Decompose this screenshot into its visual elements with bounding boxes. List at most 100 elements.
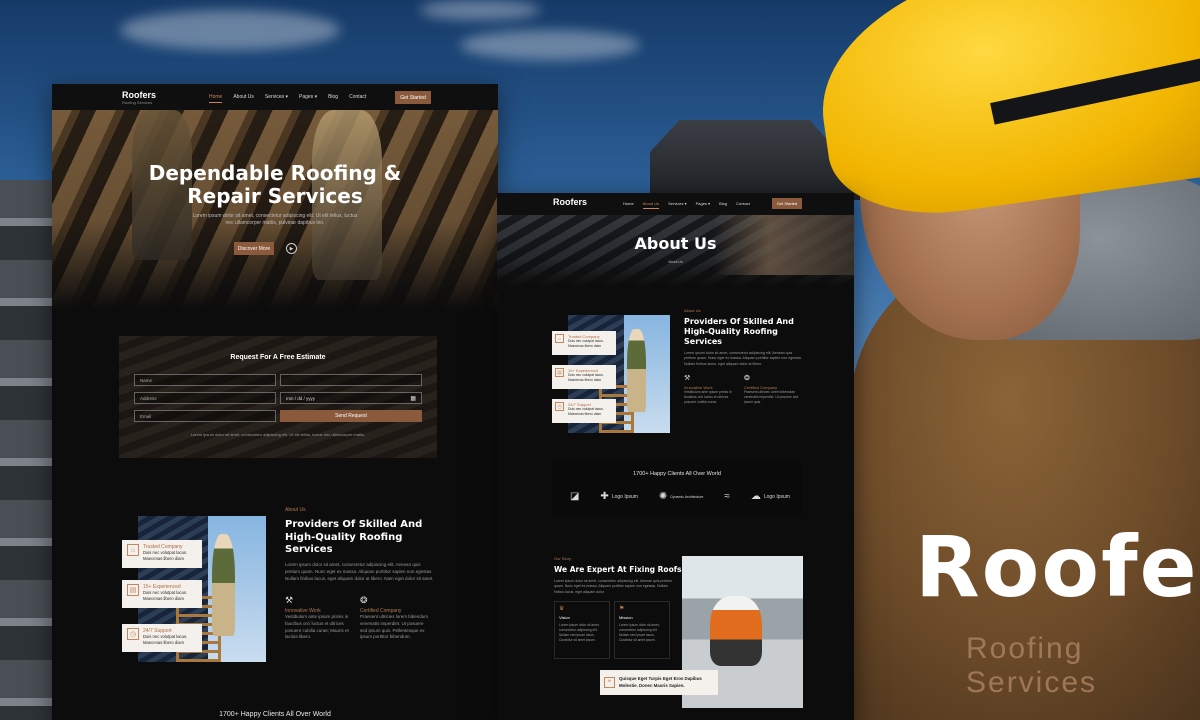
nav-item-about[interactable]: About Us — [642, 201, 660, 209]
clock-icon: ◷ — [127, 628, 139, 640]
mission-card: ⚑ Mission Lorem ipsum dolor sit amet, co… — [614, 601, 670, 659]
badge-experienced: ▤ 15+ Experienced Duis nec volutpat lacu… — [122, 580, 202, 608]
about-title-line3: Services — [285, 544, 333, 555]
expert-quote: ❝ Quisque Eget Turpis Eget Eros Dapibus … — [600, 670, 718, 695]
background-cloud — [120, 10, 340, 50]
about-breadcrumb[interactable]: About Us — [497, 260, 854, 265]
feature-text: Praesent ultricies lorem bibendum venena… — [360, 614, 429, 640]
nav-item-services[interactable]: Services ▾ — [668, 201, 686, 209]
get-started-button[interactable]: Get Started — [395, 91, 431, 104]
discover-more-button[interactable]: Discover More — [234, 242, 274, 255]
award-icon: ❂ — [744, 375, 750, 382]
about-title-line1: Providers Of Skilled And — [285, 519, 423, 530]
calendar-icon: ▤ — [127, 584, 139, 596]
mission-title: Mission — [619, 615, 633, 620]
feature-innovative: ⚒ Innovative Work Vestibulum ante ipsum … — [285, 596, 353, 641]
house-icon: ⌂ — [127, 544, 139, 556]
logo-gear-icon: ✺ — [658, 491, 668, 502]
home-about-section: ⌂ Trusted Company Duis nec volutpat lacu… — [122, 504, 472, 694]
about-title-line1: Providers Of Skilled And — [684, 317, 794, 326]
home-page-mockup: Roofers Roofing Services Home About Us S… — [52, 84, 498, 720]
about-nav-menu: Home About Us Services ▾ Pages ▾ Blog Co… — [623, 201, 750, 209]
flag-icon: ⚑ — [619, 606, 625, 612]
about-page-mockup: Roofers Home About Us Services ▾ Pages ▾… — [497, 193, 854, 720]
quote-icon: ❝ — [604, 677, 615, 688]
badge-text: Duis nec volutpat lacus. Maecenas libero… — [568, 407, 604, 416]
home-nav-menu: Home About Us Services ▾ Pages ▾ Blog Co… — [209, 94, 366, 103]
about-navbar: Roofers Home About Us Services ▾ Pages ▾… — [497, 193, 854, 215]
about-title: Providers Of Skilled And High-Quality Ro… — [684, 317, 809, 347]
feature-innovative: ⚒ Innovative Work Vestibulum ante ipsum … — [684, 375, 738, 405]
nav-item-pages[interactable]: Pages ▾ — [299, 94, 317, 103]
estimate-title: Request For A Free Estimate — [230, 354, 326, 361]
clock-icon: ◷ — [555, 402, 564, 411]
estimate-section: Request For A Free Estimate Name Address… — [119, 336, 437, 458]
address-input[interactable]: Address — [134, 392, 276, 404]
clients-section: 1700+ Happy Clients All Over World ◪ ✚ Lo… — [552, 461, 802, 517]
nav-item-about[interactable]: About Us — [233, 94, 254, 103]
date-placeholder: mm / dd / yyyy — [286, 395, 316, 401]
vision-title: Vision — [559, 615, 570, 620]
feature-certified: ❂ Certified Company Praesent ultricies l… — [360, 596, 432, 641]
hero-title: Dependable Roofing & Repair Services — [52, 162, 498, 208]
logo-square-icon: ◪ — [570, 491, 580, 502]
date-input[interactable]: mm / dd / yyyy ▦ — [280, 392, 422, 404]
badge-text: Duis nec volutpat lacus. Maecenas libero… — [568, 339, 604, 348]
brand-tagline: Roofing Services — [966, 632, 1098, 699]
nav-item-blog[interactable]: Blog — [328, 94, 338, 103]
about-eyebrow: About Us — [285, 507, 306, 513]
brand-title: Roofers — [915, 518, 1200, 616]
send-request-button[interactable]: Send Request — [280, 410, 422, 422]
client-logo-3: ✺ Dynamic Architecture — [659, 491, 703, 502]
address-placeholder: Address — [140, 395, 157, 401]
nav-item-contact[interactable]: Contact — [736, 201, 750, 209]
mission-text: Lorem ipsum dolor sit amet, consectetur … — [619, 623, 660, 642]
calendar-icon[interactable]: ▦ — [410, 395, 416, 402]
badge-trusted-company: ⌂ Trusted Company Duis nec volutpat lacu… — [552, 331, 616, 355]
email-input[interactable]: Email — [134, 410, 276, 422]
clients-title: 1700+ Happy Clients All Over World — [633, 471, 721, 477]
feature-certified: ❂ Certified Company Praesent ultricies l… — [744, 375, 802, 405]
client-logo-text: Logo Ipsum — [763, 493, 790, 500]
expert-title: We Are Expert At Fixing Roofs — [554, 565, 682, 574]
hero-title-line1: Dependable Roofing & — [148, 161, 402, 185]
nav-item-services[interactable]: Services ▾ — [265, 94, 288, 103]
badge-trusted-company: ⌂ Trusted Company Duis nec volutpat lacu… — [122, 540, 202, 568]
play-video-icon[interactable]: ▶ — [286, 243, 297, 254]
vision-card: ♛ Vision Lorem ipsum dolor sit amet, con… — [554, 601, 610, 659]
about-title-line2: High-Quality Roofing — [684, 327, 778, 336]
about-hero: About Us About Us — [497, 215, 854, 287]
nav-item-pages[interactable]: Pages ▾ — [696, 201, 710, 209]
home-navbar: Roofers Roofing Services Home About Us S… — [52, 84, 498, 110]
get-started-button[interactable]: Get Started — [772, 198, 802, 209]
estimate-footnote: Lorem ipsum dolor sit amet, consectetur … — [190, 432, 366, 437]
logo-cloud-icon: ☁ — [750, 491, 761, 502]
about-logo-text: Roofers — [553, 197, 588, 207]
background-scaffold — [0, 180, 60, 720]
nav-item-blog[interactable]: Blog — [719, 201, 727, 209]
home-logo[interactable]: Roofers Roofing Services — [122, 91, 156, 105]
nav-item-contact[interactable]: Contact — [349, 94, 366, 103]
home-clients-title: 1700+ Happy Clients All Over World — [219, 711, 331, 718]
home-logo-text: Roofers — [122, 90, 157, 100]
award-icon: ❂ — [360, 595, 368, 605]
about-text: Lorem ipsum dolor sit amet, consectetur … — [285, 562, 434, 581]
client-logos: ◪ ✚ Logo Ipsum ✺ Dynamic Architecture ≈ ☁ L… — [570, 491, 790, 502]
tools-icon: ⚒ — [684, 375, 691, 382]
about-title-line3: Services — [684, 337, 723, 346]
quote-line2: Molestie. Donec Mauris Sapien. — [619, 682, 685, 688]
badge-text: Duis nec volutpat lacus. Maecenas libero… — [143, 550, 188, 561]
about-logo[interactable]: Roofers — [553, 198, 587, 207]
nav-item-home[interactable]: Home — [209, 94, 223, 103]
vision-text: Lorem ipsum dolor sit amet, consectetur … — [559, 623, 600, 642]
name-input[interactable]: Name — [134, 374, 276, 386]
nav-item-home[interactable]: Home — [623, 201, 634, 209]
about-page-about-section: ⌂ Trusted Company Duis nec volutpat lacu… — [552, 305, 812, 435]
about-text: Lorem ipsum dolor sit amet, consectetur … — [684, 351, 802, 366]
badge-support: ◷ 24/7 Support Duis nec volutpat lacus. … — [122, 624, 202, 652]
phone-input[interactable] — [280, 374, 422, 386]
expert-section: Our Story We Are Expert At Fixing Roofs … — [552, 553, 812, 713]
client-logo-1: ◪ — [570, 491, 579, 502]
badge-text: Duis nec volutpat lacus. Maecenas libero… — [143, 590, 188, 601]
feature-text: Vestibulum ante ipsum primis in faucibus… — [285, 614, 349, 640]
